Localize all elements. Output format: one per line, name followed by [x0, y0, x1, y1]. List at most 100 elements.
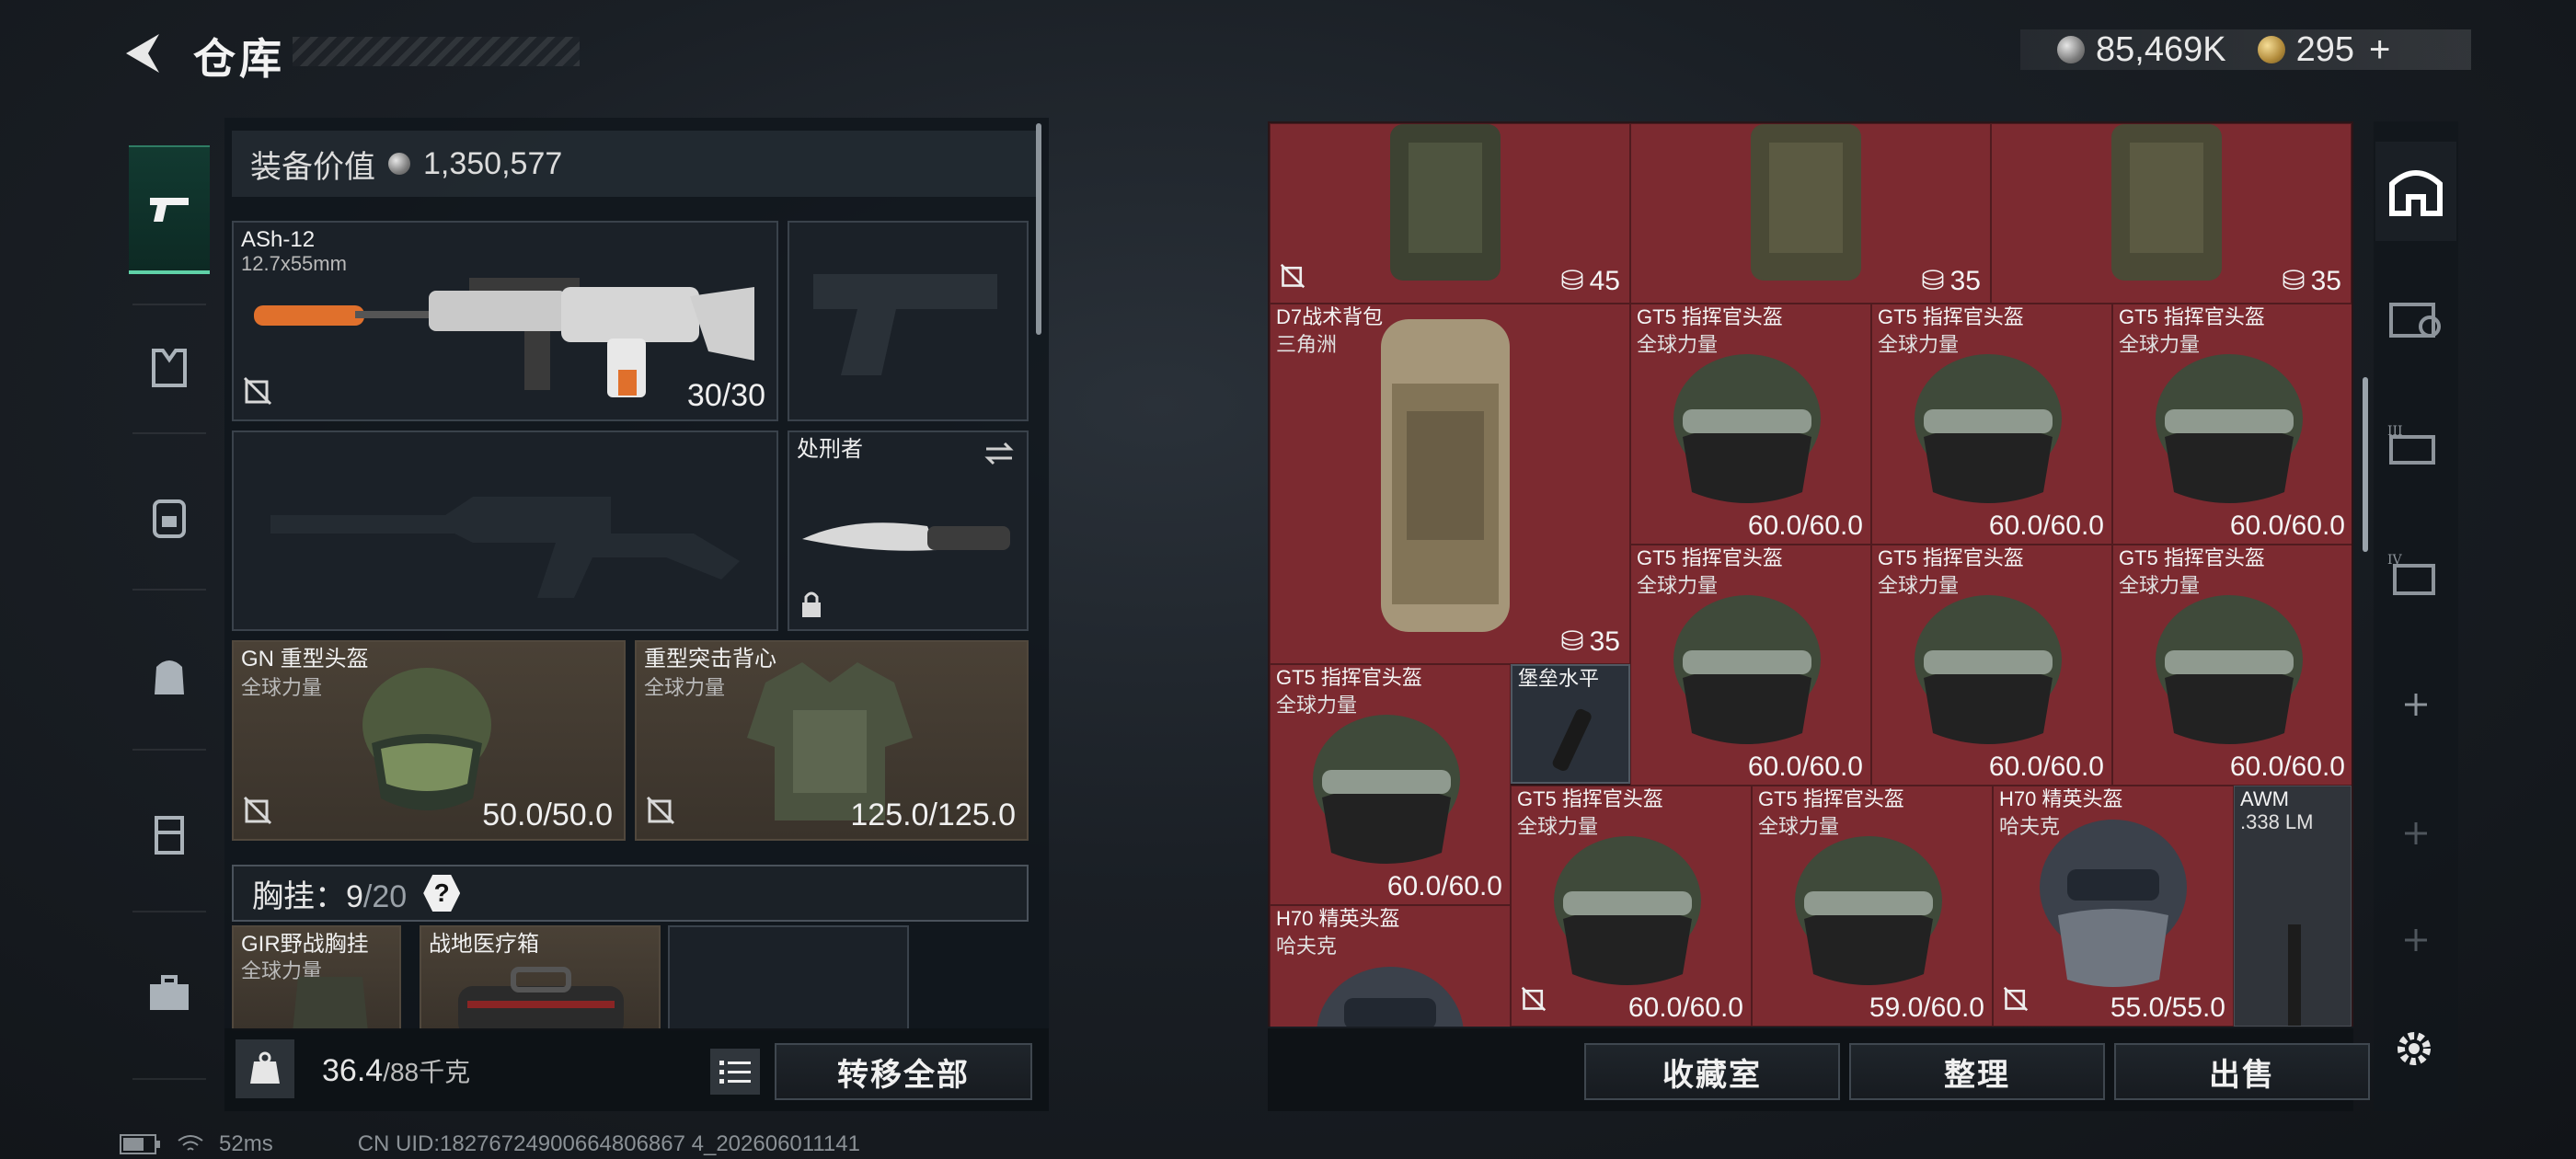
item-durability: 60.0/60.0 — [1747, 752, 1863, 782]
stash-item-helmet[interactable]: GT5 指挥官头盔 全球力量 60.0/60.0 — [1630, 304, 1871, 545]
armor-vest-icon — [152, 349, 187, 387]
stash-item-helmet[interactable]: GT5 指挥官头盔 全球力量 60.0/60.0 — [1630, 545, 1871, 786]
add-stash-tab-button[interactable] — [2375, 784, 2456, 883]
backpack-capacity-value: 35 — [2310, 265, 2341, 296]
stash-item-awm-ammo[interactable]: AWM .338 LM — [2234, 786, 2352, 1027]
item-durability: 59.0/60.0 — [1869, 993, 1984, 1023]
ammo-image — [2288, 924, 2301, 1026]
sort-button[interactable]: 整理 — [1849, 1043, 2105, 1100]
rig-item-name: 战地医疗箱 — [429, 932, 539, 957]
list-view-button[interactable] — [710, 1049, 760, 1095]
helmet-image — [2156, 595, 2303, 744]
primary-weapon-slot[interactable]: ASh-12 12.7x55mm 30/30 — [232, 221, 778, 421]
chest-rig-header: 胸挂：9/20 ? — [232, 865, 1029, 922]
stash-item-backpack[interactable]: ⛁ 45 — [1270, 123, 1630, 304]
item-name: AWM — [2240, 787, 2289, 810]
back-button[interactable] — [118, 28, 169, 79]
pistol-silhouette-icon — [813, 274, 997, 375]
stash-tab-2[interactable] — [2375, 269, 2456, 368]
tab-separator — [132, 1078, 206, 1080]
helmet-image — [1915, 354, 2062, 503]
rig-slot-empty[interactable] — [668, 925, 909, 1030]
transfer-all-button[interactable]: 转移全部 — [775, 1043, 1032, 1100]
no-insurance-icon — [646, 796, 675, 830]
tab-armor[interactable] — [129, 304, 210, 432]
helmet-name: GN 重型头盔 — [241, 647, 369, 671]
briefcase-icon — [150, 975, 189, 1010]
stash-item-backpack[interactable]: ⛁ 35 — [1630, 123, 1991, 304]
tab-separator — [132, 911, 206, 912]
secondary-rifle-slot[interactable] — [232, 430, 778, 631]
stash-item-helmet[interactable]: GT5 指挥官头盔 全球力量 59.0/60.0 — [1752, 786, 1993, 1027]
helmet-slot[interactable]: GN 重型头盔 全球力量 50.0/50.0 — [232, 640, 626, 841]
carry-weight-capacity: /88千克 — [383, 1058, 471, 1086]
chest-rig-label-text: 胸挂： — [252, 878, 346, 914]
helmet-image — [362, 668, 491, 810]
item-durability: 60.0/60.0 — [1386, 871, 1502, 901]
add-stash-tab-button[interactable] — [2375, 912, 2456, 968]
item-durability: 60.0/60.0 — [1988, 752, 2104, 782]
stash-tab-1[interactable] — [2375, 142, 2456, 241]
item-durability: 55.0/55.0 — [2110, 993, 2225, 1023]
backpack-icon — [153, 499, 186, 538]
stash-item-helmet[interactable]: GT5 指挥官头盔 全球力量 60.0/60.0 — [2112, 304, 2352, 545]
rig-item-medkit[interactable]: 战地医疗箱 — [420, 925, 661, 1030]
stash-tab-3[interactable]: III — [2375, 396, 2456, 495]
weapon-ammo-count: 30/30 — [686, 378, 765, 413]
tab-helmet-bag[interactable] — [129, 453, 210, 581]
stash-item-helmet[interactable]: GT5 指挥官头盔 全球力量 60.0/60.0 — [2112, 545, 2352, 786]
stash-item-backpack[interactable]: ⛁ 35 — [1991, 123, 2352, 304]
backpack-image — [1381, 319, 1510, 632]
tab-toolbox[interactable] — [129, 929, 210, 1058]
capacity-icon: ⛁ — [1560, 626, 1584, 657]
stash-scrollbar[interactable] — [2363, 377, 2368, 552]
chest-rig-used: 9 — [346, 878, 363, 914]
backpack-capacity-value: 45 — [1589, 265, 1620, 296]
no-insurance-icon — [243, 796, 272, 830]
armor-slot[interactable]: 重型突击背心 全球力量 125.0/125.0 — [635, 640, 1029, 841]
item-name: GT5 指挥官头盔 — [1758, 787, 1904, 810]
rig-item-gir-vest[interactable]: GIR野战胸挂 全球力量 — [232, 925, 401, 1030]
collection-room-button[interactable]: 收藏室 — [1584, 1043, 1840, 1100]
secondary-weapon-slot[interactable] — [788, 221, 1029, 421]
stash-item-small[interactable]: 堡垒水平 — [1511, 664, 1630, 784]
pistol-icon — [150, 198, 189, 222]
stash-item-d7-backpack[interactable]: D7战术背包 三角洲 ⛁ 35 — [1270, 304, 1630, 664]
tab-case[interactable] — [129, 769, 210, 898]
help-button[interactable]: ? — [423, 875, 461, 912]
stash-item-helmet[interactable]: GT5 指挥官头盔 全球力量 60.0/60.0 — [1511, 786, 1752, 1027]
swap-icon[interactable] — [983, 440, 1016, 467]
loadout-scrollbar[interactable] — [1036, 123, 1041, 335]
equipment-value-label: 装备价值 — [250, 149, 375, 185]
title-decoration — [293, 37, 580, 66]
item-durability: 60.0/60.0 — [1747, 511, 1863, 541]
stash-tab-4[interactable]: IV — [2375, 524, 2456, 624]
sell-button[interactable]: 出售 — [2114, 1043, 2370, 1100]
helmet-image — [1673, 595, 1821, 744]
back-arrow-icon — [126, 34, 159, 73]
item-durability: 60.0/60.0 — [1627, 993, 1743, 1023]
rig-item-name: GIR野战胸挂 — [241, 932, 369, 957]
stash-item-helmet[interactable]: GT5 指挥官头盔 全球力量 60.0/60.0 — [1871, 304, 2112, 545]
tab-backpack[interactable] — [129, 611, 210, 740]
stash-item-helmet[interactable]: GT5 指挥官头盔 全球力量 60.0/60.0 — [1871, 545, 2112, 786]
no-insurance-icon — [2003, 986, 2029, 1016]
medkit-image — [458, 967, 624, 1028]
stash-item-h70-helmet[interactable]: H70 精英头盔 哈夫克 55.0/55.0 — [1993, 786, 2234, 1027]
item-name: GT5 指挥官头盔 — [1276, 666, 1422, 689]
add-gold-button[interactable]: + — [2369, 29, 2390, 71]
knife-image — [802, 522, 1010, 551]
melee-slot[interactable]: 处刑者 — [788, 430, 1029, 631]
stash-item-helmet[interactable]: GT5 指挥官头盔 全球力量 60.0/60.0 — [1270, 664, 1511, 905]
stash-item-h70-helmet[interactable]: H70 精英头盔 哈夫克 — [1270, 905, 1511, 1027]
rifle-silhouette-icon — [270, 497, 740, 598]
settings-button[interactable] — [2388, 1023, 2440, 1074]
chest-rig-image — [293, 977, 368, 1028]
backpack-image — [1390, 124, 1501, 281]
backpack-capacity: ⛁ 35 — [2282, 265, 2341, 297]
tab-weapons[interactable] — [129, 145, 210, 274]
helmet-image — [1915, 595, 2062, 744]
silver-coin-icon — [388, 153, 410, 175]
add-stash-tab-button[interactable] — [2375, 655, 2456, 754]
equipment-value: 1,350,577 — [423, 145, 563, 181]
